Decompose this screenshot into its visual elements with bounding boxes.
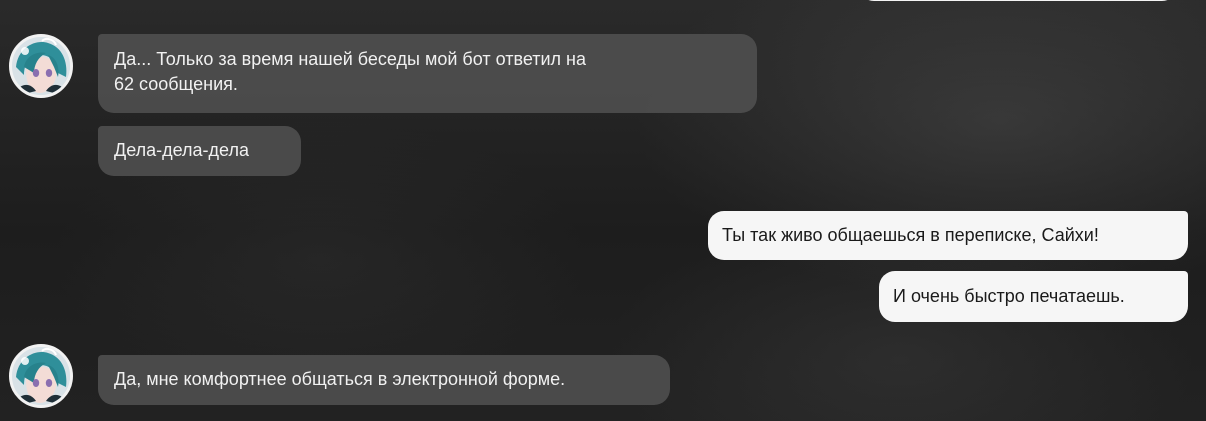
message-text: И очень быстро печатаешь.: [893, 286, 1125, 306]
message-bubble: Да, мне комфортнее общаться в электронно…: [98, 355, 670, 405]
message-bubble: Ты так живо общаешься в переписке, Сайхи…: [708, 211, 1188, 260]
message-text: Ты так живо общаешься в переписке, Сайхи…: [722, 225, 1099, 245]
message-text-line: Да... Только за время нашей беседы мой б…: [114, 49, 586, 69]
message-bubble: Дела-дела-дела: [98, 126, 301, 176]
message-text: Дела-дела-дела: [114, 140, 249, 160]
previous-message-bubble: [858, 0, 1178, 1]
chat-area: Да... Только за время нашей беседы мой б…: [0, 0, 1206, 421]
character-avatar-icon[interactable]: [9, 34, 73, 98]
character-avatar-icon[interactable]: [9, 344, 73, 408]
message-bubble: Да... Только за время нашей беседы мой б…: [98, 34, 757, 113]
message-bubble: И очень быстро печатаешь.: [879, 271, 1188, 322]
message-text-line: 62 сообщения.: [114, 74, 238, 94]
message-text: Да, мне комфортнее общаться в электронно…: [114, 369, 566, 389]
